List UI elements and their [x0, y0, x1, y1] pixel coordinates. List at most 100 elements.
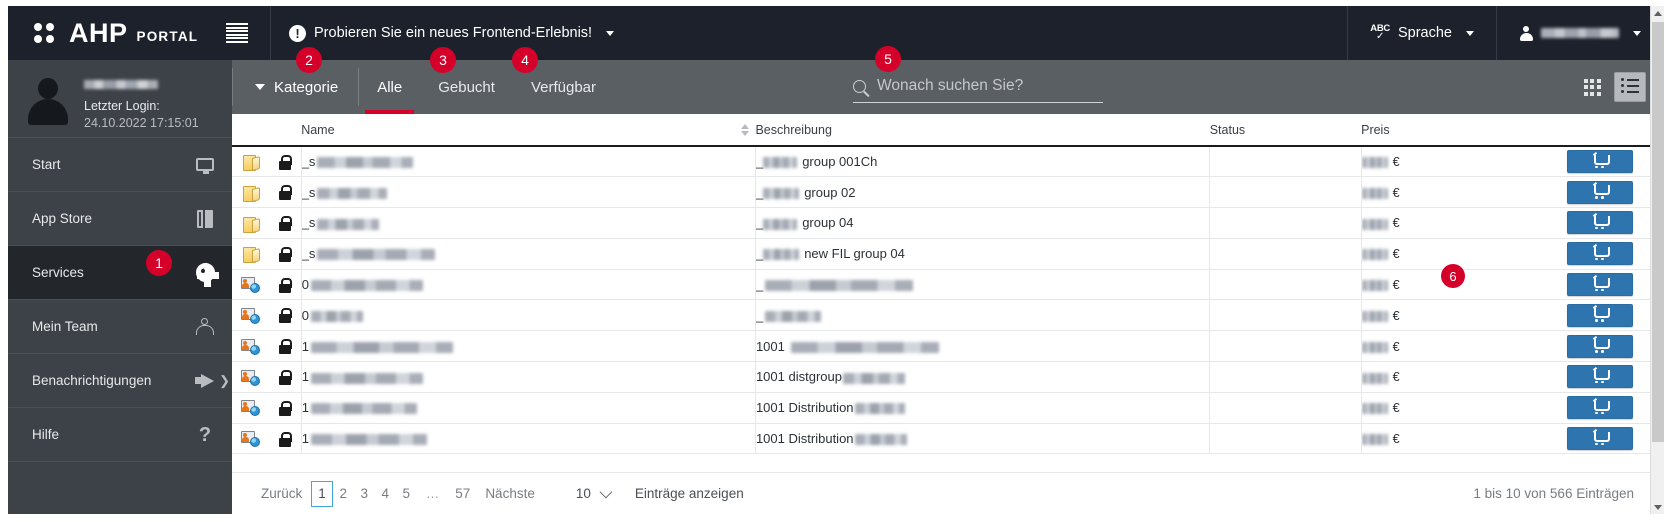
lock-icon	[278, 400, 293, 416]
add-to-cart-button[interactable]	[1567, 303, 1634, 327]
add-to-cart-button[interactable]	[1567, 396, 1634, 420]
table-row[interactable]: 1 1001 distgroup €	[232, 361, 1664, 393]
brand-logo[interactable]: AHP PORTAL	[8, 6, 204, 60]
row-description-prefix: 1001	[755, 338, 789, 354]
tab-label: Alle	[377, 78, 403, 96]
header-preis[interactable]: Preis	[1361, 114, 1562, 147]
sort-arrows-icon[interactable]	[741, 123, 750, 136]
row-name-text: _s	[301, 154, 316, 170]
table-row[interactable]: 1 1001 €	[232, 330, 1664, 363]
add-to-cart-button[interactable]	[1567, 273, 1634, 297]
row-lock-cell	[268, 146, 302, 178]
hamburger-menu-icon[interactable]	[226, 23, 248, 43]
table-row[interactable]: _s _ group 02 €	[232, 176, 1664, 209]
header-name[interactable]: Name	[301, 114, 756, 147]
sidebar-item-app-store[interactable]: App Store	[8, 192, 232, 246]
scrollbar-thumb[interactable]	[1652, 22, 1664, 442]
grid-view-icon	[1583, 78, 1601, 96]
scroll-up-icon[interactable]	[1651, 6, 1665, 20]
services-table: Name Beschreibung Status Preis _s _ group …	[232, 114, 1664, 455]
header-icon-col	[232, 114, 269, 147]
row-description-redacted	[854, 434, 907, 446]
scroll-down-icon[interactable]	[1651, 500, 1665, 514]
table-row[interactable]: _s _ group 001Ch €	[232, 146, 1664, 178]
add-to-cart-button[interactable]	[1567, 150, 1634, 174]
category-dropdown[interactable]: Kategorie	[233, 60, 358, 114]
row-price-cell: €	[1360, 146, 1562, 178]
row-cart-cell	[1561, 176, 1664, 209]
pagination-page-1[interactable]: 1	[311, 480, 333, 507]
sidebar-item-hilfe[interactable]: Hilfe ?	[8, 408, 232, 462]
folder-icon	[242, 184, 259, 202]
row-name-text: 1	[301, 400, 309, 416]
table-row[interactable]: 0 _ €	[232, 299, 1664, 332]
row-price-currency: €	[1392, 278, 1400, 293]
tab-label: Gebucht	[438, 78, 495, 96]
last-login-label: Letzter Login:	[84, 99, 160, 114]
add-to-cart-button[interactable]	[1567, 427, 1634, 451]
add-to-cart-button[interactable]	[1567, 180, 1634, 204]
gear-icon	[194, 262, 219, 287]
header-beschreibung-label: Beschreibung	[755, 123, 832, 137]
table-row[interactable]: _s _ new FIL group 04 €	[232, 238, 1664, 270]
row-price-cell: €	[1360, 330, 1562, 363]
pagination-prev[interactable]: Zurück	[252, 486, 311, 501]
row-type-cell	[232, 238, 269, 270]
header-beschreibung[interactable]: Beschreibung	[741, 114, 1210, 147]
cart-icon	[1592, 305, 1610, 322]
new-frontend-banner[interactable]: ! Probieren Sie ein neues Frontend-Erleb…	[271, 6, 630, 60]
table-row[interactable]: 1 1001 Distribution €	[232, 423, 1664, 455]
row-status-cell	[1209, 299, 1362, 332]
sidebar-item-label: Services	[32, 265, 84, 280]
tab-alle[interactable]: Alle	[359, 60, 420, 114]
tab-gebucht[interactable]: Gebucht	[420, 60, 513, 114]
banner-label: Probieren Sie ein neues Frontend-Erlebni…	[314, 25, 593, 41]
row-status-cell	[1209, 330, 1362, 363]
row-price-cell: €	[1360, 423, 1562, 455]
language-selector[interactable]: ABC ✓ Sprache	[1348, 6, 1496, 60]
row-description-redacted	[790, 341, 939, 353]
row-name-cell: 1	[300, 423, 756, 455]
add-to-cart-button[interactable]	[1567, 211, 1634, 235]
cart-icon	[1592, 366, 1610, 384]
header-status[interactable]: Status	[1209, 114, 1362, 147]
pagination-page-5[interactable]: 5	[396, 486, 417, 501]
sidebar-item-start[interactable]: Start	[8, 138, 232, 192]
row-description-cell: _ group 02	[754, 176, 1210, 209]
userglobe-icon	[240, 430, 260, 448]
user-menu[interactable]	[1497, 6, 1663, 60]
sidebar-item-benachrichtigungen[interactable]: Benachrichtigungen ❯	[8, 354, 232, 408]
add-to-cart-button[interactable]	[1567, 334, 1634, 358]
userglobe-icon	[240, 276, 260, 294]
pagination-page-4[interactable]: 4	[375, 486, 396, 501]
row-price-currency: €	[1392, 401, 1400, 416]
add-to-cart-button[interactable]	[1567, 365, 1634, 389]
vertical-scrollbar[interactable]	[1650, 6, 1664, 514]
tab-verfuegbar[interactable]: Verfügbar	[513, 60, 614, 114]
search-input[interactable]	[877, 77, 1103, 95]
list-view-button[interactable]	[1614, 72, 1646, 102]
search-field[interactable]	[853, 77, 1103, 103]
table-row[interactable]: 1 1001 Distribution €	[232, 392, 1664, 424]
row-status-cell	[1209, 361, 1362, 393]
pagination-page-2[interactable]: 2	[333, 486, 354, 501]
exclamation-icon: !	[289, 24, 306, 42]
pagination-next[interactable]: Nächste	[476, 486, 544, 501]
row-type-cell	[232, 299, 269, 332]
chevron-down-icon	[1633, 30, 1641, 36]
row-price-cell: €	[1360, 176, 1562, 209]
add-to-cart-button[interactable]	[1567, 242, 1634, 266]
row-name-redacted	[317, 157, 414, 169]
sidebar-user-block: Letzter Login: 24.10.2022 17:15:01	[8, 60, 232, 138]
grid-view-button[interactable]	[1576, 72, 1608, 102]
sidebar-item-mein-team[interactable]: Mein Team	[8, 300, 232, 354]
row-name-cell: _s	[300, 207, 756, 239]
sidebar-item-services[interactable]: Services	[8, 246, 232, 300]
table-row[interactable]: 0 _ €	[232, 269, 1664, 301]
pagination-page-3[interactable]: 3	[354, 486, 375, 501]
pagination-page-last[interactable]: 57	[449, 486, 476, 501]
page-size-selector[interactable]: 10	[576, 485, 613, 501]
row-description-prefix: _	[755, 277, 764, 293]
table-row[interactable]: _s _ group 04 €	[232, 207, 1664, 239]
sidebar-item-label: Benachrichtigungen	[32, 373, 152, 388]
